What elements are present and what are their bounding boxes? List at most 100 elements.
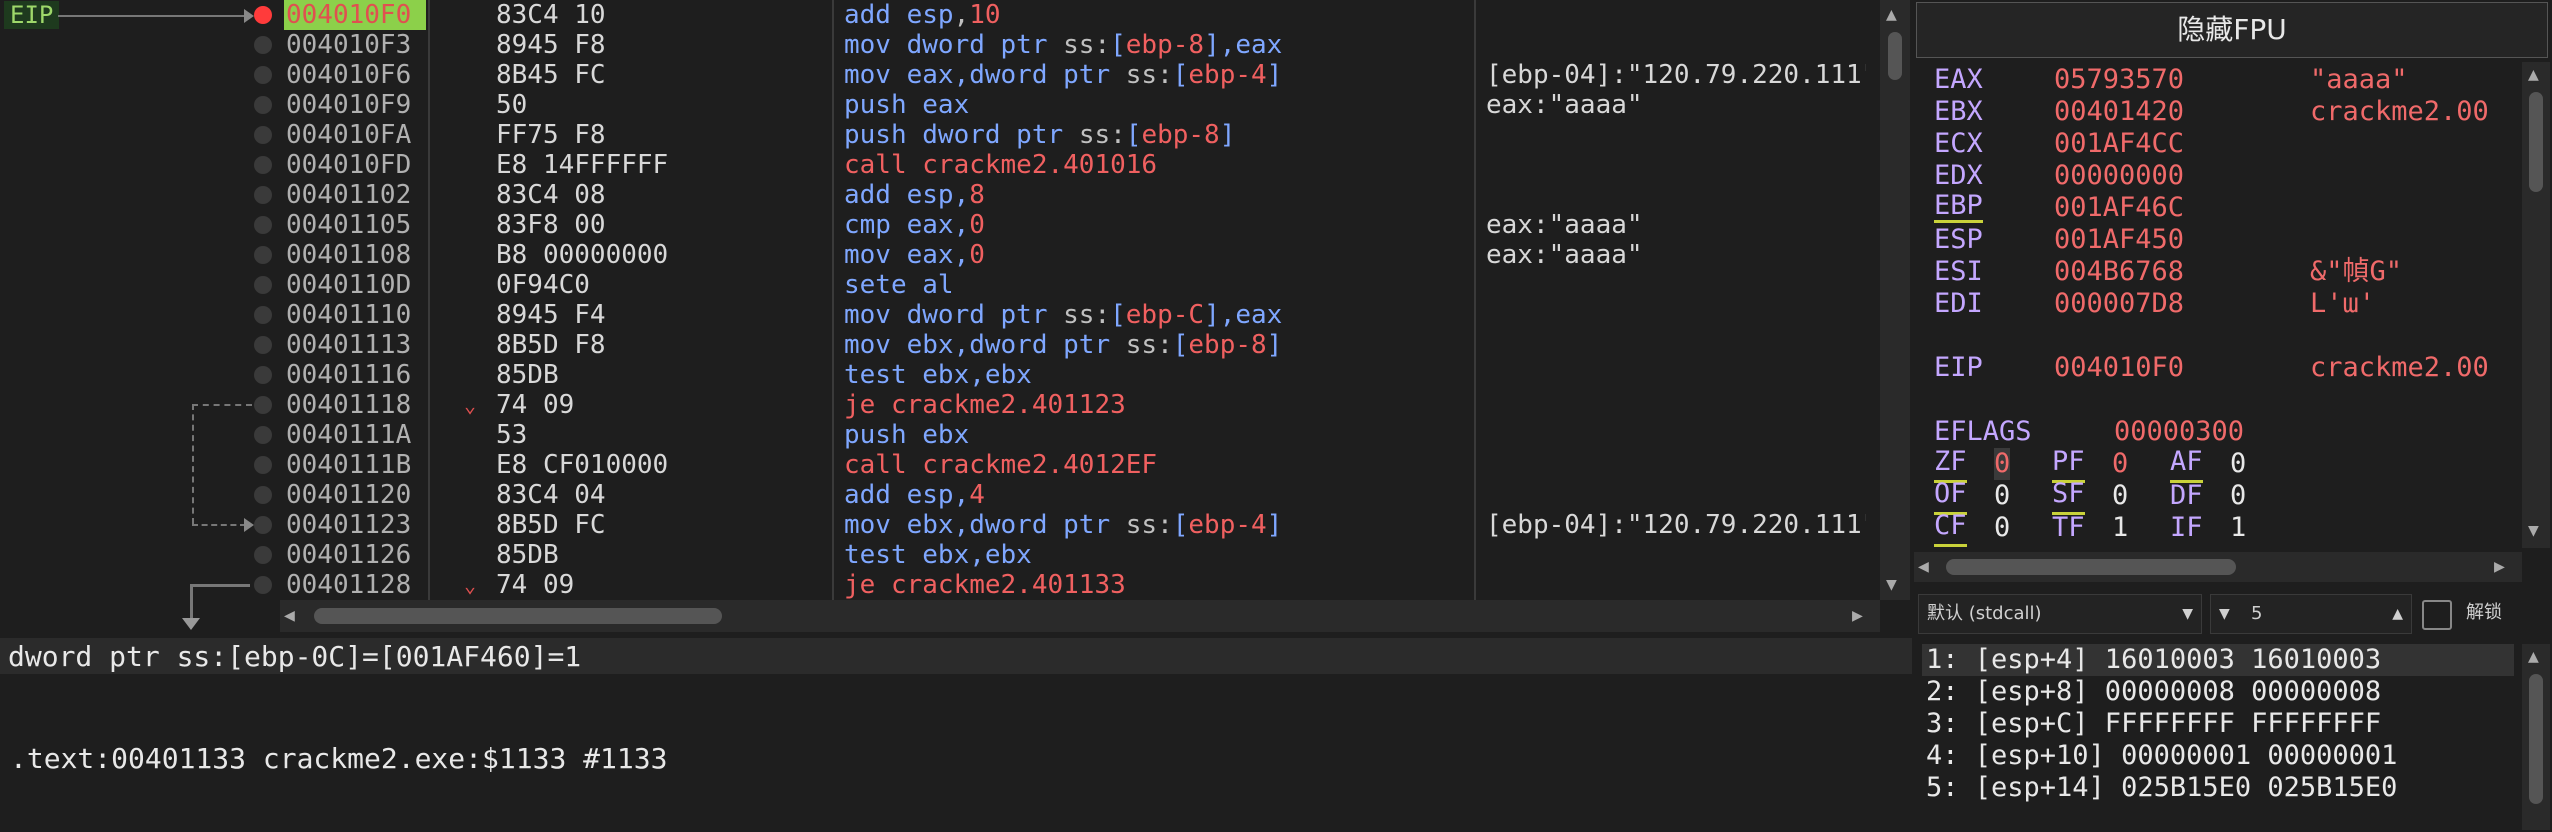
register-row-ebx[interactable]: EBX 00401420 crackme2.00 [1934,96,2514,128]
disasm-row[interactable]: 00401118 ⌄ 74 09 je crackme2.401123 [280,390,1880,420]
disasm-row[interactable]: 00401123 8B5D FC mov ebx,dword ptr ss:[ebp… [280,510,1880,540]
flag-value[interactable]: 0 [2112,448,2128,480]
register-row-ebp[interactable]: EBP 001AF46C [1934,192,2514,224]
flag-value[interactable]: 1 [2230,512,2246,544]
flag-value[interactable]: 0 [2230,448,2246,480]
scroll-up-icon[interactable]: ▲ [1886,6,1897,24]
breakpoint-icon[interactable] [254,6,272,24]
register-value[interactable]: 001AF450 [2054,224,2184,256]
breakpoint-slot-icon[interactable] [254,366,272,384]
disasm-row[interactable]: 004010F9 50 push eax eax:"aaaa" [280,90,1880,120]
registers-vertical-scrollbar[interactable]: ▲ ▼ [2522,62,2550,548]
breakpoint-slot-icon[interactable] [254,576,272,594]
disasm-row[interactable]: 004010FD E8 14FFFFFF call crackme2.401016 [280,150,1880,180]
disasm-row[interactable]: 0040111A 53 push ebx [280,420,1880,450]
scroll-down-icon[interactable]: ▼ [2528,522,2539,540]
register-value[interactable]: 004010F0 [2054,352,2184,384]
register-row-ecx[interactable]: ECX 001AF4CC [1934,128,2514,160]
register-value[interactable]: 00000000 [2054,160,2184,192]
scroll-right-icon[interactable]: ▶ [2494,558,2505,576]
register-value[interactable]: 001AF46C [2054,192,2184,224]
register-value[interactable]: 00000300 [2114,416,2244,448]
breakpoint-slot-icon[interactable] [254,396,272,414]
register-row-esp[interactable]: ESP 001AF450 [1934,224,2514,256]
disassembly-rows[interactable]: 004010F0 83C4 10 add esp,10 004010F3 8945 F8… [280,0,1880,600]
args-vertical-scrollbar[interactable]: ▲ [2522,644,2550,830]
disasm-row[interactable]: 0040111B E8 CF010000 call crackme2.4012EF [280,450,1880,480]
register-value[interactable]: 004B6768 [2054,256,2184,288]
breakpoint-slot-icon[interactable] [254,456,272,474]
scroll-left-icon[interactable]: ◀ [1918,558,1929,576]
breakpoint-slot-icon[interactable] [254,186,272,204]
disasm-row[interactable]: 00401120 83C4 04 add esp,4 [280,480,1880,510]
stack-argument-row[interactable]: 3: [esp+C] FFFFFFFF FFFFFFFF [1926,708,2381,740]
register-row-esi[interactable]: ESI 004B6768 &"幀G" [1934,256,2514,288]
disasm-row[interactable]: 004010F3 8945 F8 mov dword ptr ss:[ebp-8],… [280,30,1880,60]
breakpoint-slot-icon[interactable] [254,516,272,534]
breakpoint-slot-icon[interactable] [254,216,272,234]
registers-pane[interactable]: 隐藏FPU EAX 05793570 "aaaa" EBX 00401420 crackm… [1914,0,2552,584]
scroll-up-icon[interactable]: ▲ [2528,66,2539,84]
scroll-thumb[interactable] [1946,559,2236,575]
scroll-thumb[interactable] [2529,92,2543,192]
calling-convention-dropdown[interactable]: 默认 (stdcall) ▼ [1918,594,2202,634]
disasm-row[interactable]: 00401116 85DB test ebx,ebx [280,360,1880,390]
flag-value[interactable]: 0 [1994,512,2010,544]
disasm-row[interactable]: 004010FA FF75 F8 push dword ptr ss:[ebp-8] [280,120,1880,150]
disasm-row[interactable]: 004010F6 8B45 FC mov eax,dword ptr ss:[ebp… [280,60,1880,90]
stack-argument-row[interactable]: 1: [esp+4] 16010003 16010003 [1922,644,2514,676]
scroll-thumb[interactable] [2529,674,2543,804]
scroll-thumb[interactable] [1888,32,1902,80]
register-row-eflags[interactable]: EFLAGS 00000300 [1934,416,2514,448]
scroll-right-icon[interactable]: ▶ [1852,607,1863,625]
chevron-up-icon[interactable]: ▲ [2392,595,2403,633]
breakpoint-slot-icon[interactable] [254,66,272,84]
register-row-eax[interactable]: EAX 05793570 "aaaa" [1934,64,2514,96]
breakpoint-slot-icon[interactable] [254,126,272,144]
breakpoint-slot-icon[interactable] [254,546,272,564]
register-row-edi[interactable]: EDI 000007D8 L'ɯ' [1934,288,2514,320]
stack-arguments-pane[interactable]: 1: [esp+4] 16010003 16010003 2: [esp+8] 0… [1914,640,2552,832]
arg-count-spinner[interactable]: ▼ 5 ▲ [2210,594,2412,634]
breakpoint-slot-icon[interactable] [254,336,272,354]
register-value[interactable]: 00401420 [2054,96,2184,128]
breakpoint-slot-icon[interactable] [254,96,272,114]
register-row-edx[interactable]: EDX 00000000 [1934,160,2514,192]
flag-value[interactable]: 1 [2112,512,2128,544]
breakpoint-slot-icon[interactable] [254,486,272,504]
breakpoint-slot-icon[interactable] [254,426,272,444]
stack-argument-row[interactable]: 4: [esp+10] 00000001 00000001 [1926,740,2397,772]
register-row-eip[interactable]: EIP 004010F0 crackme2.00 [1934,352,2514,384]
flag-value[interactable]: 0 [2112,480,2128,512]
scroll-down-icon[interactable]: ▼ [1886,576,1897,594]
stack-argument-row[interactable]: 5: [esp+14] 025B15E0 025B15E0 [1926,772,2397,804]
breakpoint-slot-icon[interactable] [254,36,272,54]
disasm-row[interactable]: 00401108 B8 00000000 mov eax,0 eax:"aaaa" [280,240,1880,270]
registers-horizontal-scrollbar[interactable]: ◀ ▶ [1914,552,2522,582]
disasm-row[interactable]: 00401110 8945 F4 mov dword ptr ss:[ebp-C],… [280,300,1880,330]
disassembly-pane[interactable]: EIP 004010F0 83C4 10 add esp,10 004010F3 894… [0,0,1912,636]
breakpoint-slot-icon[interactable] [254,246,272,264]
disasm-row[interactable]: 00401105 83F8 00 cmp eax,0 eax:"aaaa" [280,210,1880,240]
scroll-thumb[interactable] [314,608,722,624]
stack-argument-row[interactable]: 2: [esp+8] 00000008 00000008 [1926,676,2381,708]
register-value[interactable]: 000007D8 [2054,288,2184,320]
flag-value[interactable]: 0 [1994,480,2010,512]
flag-value[interactable]: 0 [1994,448,2011,480]
disasm-horizontal-scrollbar[interactable]: ◀ ▶ [280,600,1880,632]
disasm-vertical-scrollbar[interactable]: ▲ ▼ [1880,0,1910,600]
disasm-row[interactable]: 00401126 85DB test ebx,ebx [280,540,1880,570]
chevron-down-icon[interactable]: ▼ [2219,595,2230,633]
unlock-checkbox[interactable] [2422,600,2452,630]
breakpoint-slot-icon[interactable] [254,306,272,324]
scroll-up-icon[interactable]: ▲ [2528,648,2539,666]
register-value[interactable]: 05793570 [2054,64,2184,96]
disasm-row[interactable]: 0040110D 0F94C0 sete al [280,270,1880,300]
disasm-row[interactable]: 00401113 8B5D F8 mov ebx,dword ptr ss:[ebp… [280,330,1880,360]
breakpoint-slot-icon[interactable] [254,156,272,174]
register-value[interactable]: 001AF4CC [2054,128,2184,160]
disasm-row[interactable]: 00401128 ⌄ 74 09 je crackme2.401133 [280,570,1880,600]
disasm-row[interactable]: 00401102 83C4 08 add esp,8 [280,180,1880,210]
scroll-left-icon[interactable]: ◀ [284,607,295,625]
flag-value[interactable]: 0 [2230,480,2246,512]
